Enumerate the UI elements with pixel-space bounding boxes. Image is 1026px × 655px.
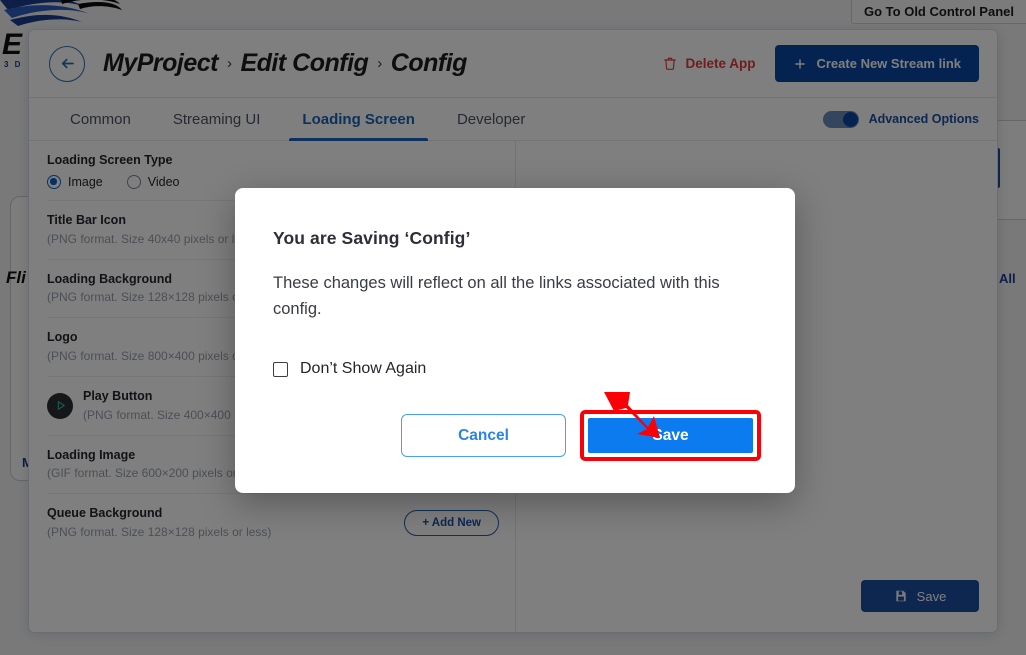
tab-label: Loading Screen bbox=[302, 110, 415, 128]
modal-save-highlight: Save bbox=[580, 410, 761, 461]
create-new-stream-link-button[interactable]: Create New Stream link bbox=[775, 45, 979, 82]
breadcrumb-separator: › bbox=[226, 55, 232, 72]
tab-label: Streaming UI bbox=[172, 110, 261, 128]
add-new-queue-background-button[interactable]: + Add New bbox=[404, 510, 499, 537]
tab-label: Common bbox=[70, 110, 131, 128]
save-config-label: Save bbox=[916, 588, 947, 604]
arrow-left-icon bbox=[61, 58, 74, 69]
save-confirmation-modal: You are Saving ‘Config’ These changes wi… bbox=[235, 188, 795, 493]
play-circle-icon[interactable] bbox=[47, 392, 73, 419]
radio-option-video[interactable]: Video bbox=[126, 174, 180, 189]
breadcrumb-separator: › bbox=[377, 55, 382, 72]
loading-screen-type-radios: Image Video bbox=[47, 174, 499, 189]
background-text-flip: Fli bbox=[6, 268, 26, 287]
radio-video-label: Video bbox=[147, 174, 180, 189]
advanced-options-label: Advanced Options bbox=[868, 112, 979, 126]
breadcrumb-item-config: Config bbox=[390, 49, 468, 77]
brand-wordmark: E bbox=[2, 28, 22, 61]
screenshot-root: E 3 D Fli M All MyProject › Edit Config bbox=[0, 0, 1026, 655]
advanced-options-toggle[interactable] bbox=[822, 110, 859, 128]
delete-app-button[interactable]: Delete App bbox=[663, 56, 755, 71]
radio-image-icon[interactable] bbox=[47, 174, 61, 189]
field-queue-background: Queue Background (PNG format. Size 128×1… bbox=[47, 494, 499, 552]
radio-option-image[interactable]: Image bbox=[47, 174, 103, 189]
dont-show-again-label: Don’t Show Again bbox=[300, 360, 427, 378]
back-button[interactable] bbox=[49, 45, 85, 82]
dont-show-again-row[interactable]: Don’t Show Again bbox=[273, 360, 757, 378]
breadcrumb-item-edit-config[interactable]: Edit Config bbox=[240, 49, 368, 78]
save-config-button[interactable]: Save bbox=[861, 580, 979, 612]
field-hint: (PNG format. Size 128×128 pixels or less… bbox=[47, 525, 272, 540]
play-triangle-icon bbox=[57, 401, 65, 411]
header-actions: Delete App Create New Stream link bbox=[663, 45, 979, 82]
app-header: MyProject › Edit Config › Config Delete … bbox=[29, 30, 997, 98]
breadcrumb: MyProject › Edit Config › Config bbox=[103, 49, 467, 78]
plus-icon bbox=[795, 58, 806, 69]
field-title: Loading Screen Type bbox=[47, 153, 173, 167]
dont-show-again-checkbox[interactable] bbox=[273, 361, 288, 377]
tab-streaming-ui[interactable]: Streaming UI bbox=[152, 98, 282, 140]
modal-actions: Cancel Save bbox=[401, 410, 761, 461]
toggle-knob bbox=[842, 111, 858, 127]
breadcrumb-item-project[interactable]: MyProject bbox=[103, 49, 218, 78]
radio-video-icon[interactable] bbox=[126, 174, 141, 189]
floppy-disk-icon bbox=[896, 590, 906, 602]
modal-cancel-button[interactable]: Cancel bbox=[401, 414, 566, 457]
create-new-stream-link-label: Create New Stream link bbox=[816, 56, 961, 71]
brand-tagline: 3 D bbox=[4, 60, 23, 69]
tab-bar: Common Streaming UI Loading Screen Devel… bbox=[29, 98, 997, 141]
modal-message: These changes will reflect on all the li… bbox=[273, 274, 720, 318]
background-text-all: All bbox=[999, 271, 1016, 286]
tab-common[interactable]: Common bbox=[49, 98, 152, 140]
modal-title: You are Saving ‘Config’ bbox=[273, 228, 471, 248]
trash-icon bbox=[664, 57, 677, 70]
modal-save-button[interactable]: Save bbox=[588, 418, 753, 453]
radio-image-label: Image bbox=[68, 174, 103, 189]
field-title: Queue Background bbox=[47, 506, 163, 521]
tab-developer[interactable]: Developer bbox=[436, 98, 546, 140]
advanced-options-control[interactable]: Advanced Options bbox=[822, 98, 979, 140]
delete-app-label: Delete App bbox=[685, 56, 756, 71]
go-to-old-control-panel-button[interactable]: Go To Old Control Panel bbox=[851, 0, 1026, 24]
tab-label: Developer bbox=[456, 110, 526, 128]
tab-loading-screen[interactable]: Loading Screen bbox=[281, 98, 436, 141]
